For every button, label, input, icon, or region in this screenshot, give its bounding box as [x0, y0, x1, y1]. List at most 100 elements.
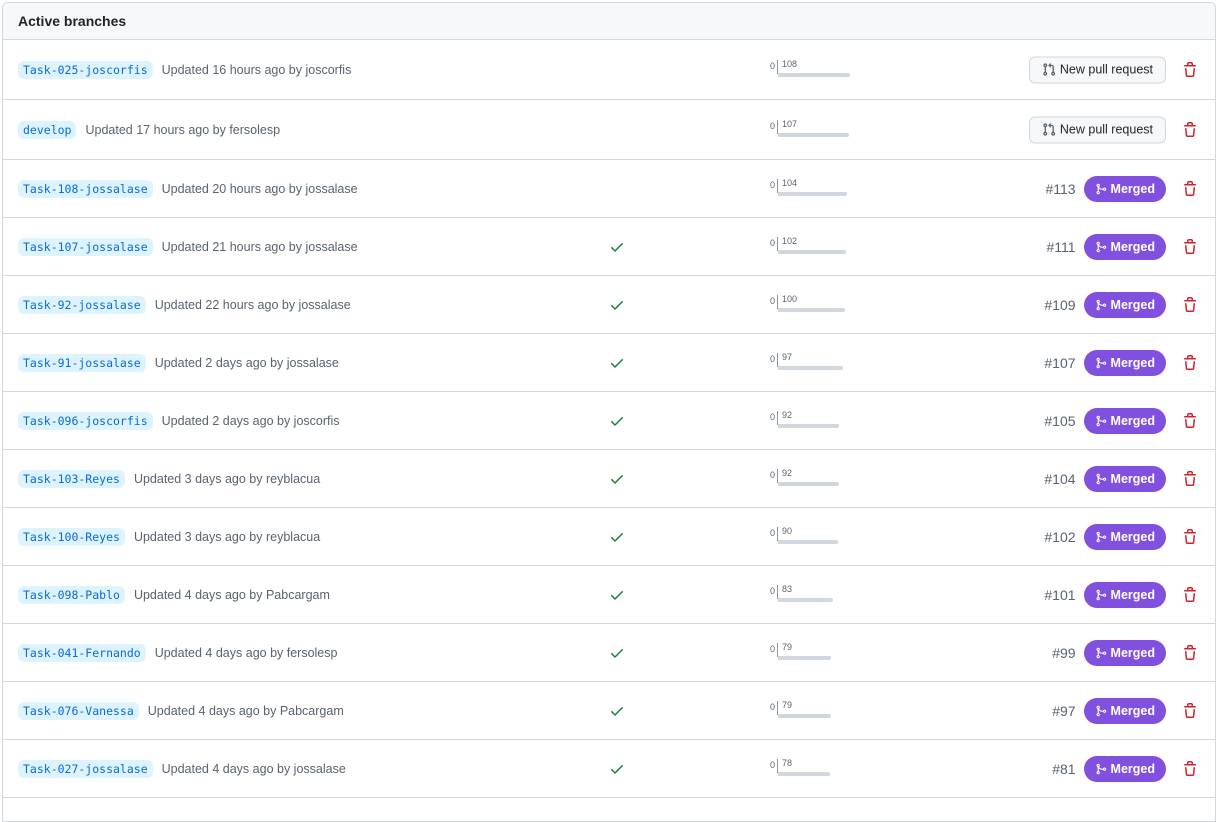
- branch-name-link[interactable]: Task-92-jossalase: [18, 295, 146, 314]
- merged-badge[interactable]: Merged: [1083, 233, 1166, 260]
- ahead-bar: [778, 771, 830, 776]
- branch-row: Task-103-Reyes Updated 3 days ago by reyb…: [3, 450, 1215, 508]
- panel-title: Active branches: [18, 13, 127, 29]
- trash-icon[interactable]: [1182, 702, 1198, 719]
- check-icon[interactable]: [609, 645, 625, 661]
- merged-badge[interactable]: Merged: [1083, 755, 1166, 782]
- merged-badge[interactable]: Merged: [1083, 465, 1166, 492]
- behind-count: 0: [770, 60, 776, 71]
- behind-count: 0: [770, 179, 776, 190]
- trash-icon[interactable]: [1182, 644, 1198, 661]
- branch-name-link[interactable]: Task-103-Reyes: [18, 469, 125, 488]
- branch-name-link[interactable]: Task-108-jossalase: [18, 179, 153, 198]
- pr-number-link[interactable]: #107: [1044, 355, 1075, 371]
- behind-count: 0: [770, 759, 776, 770]
- check-icon[interactable]: [609, 297, 625, 313]
- trash-icon[interactable]: [1182, 61, 1198, 78]
- branch-name-link[interactable]: Task-107-jossalase: [18, 237, 153, 256]
- ahead-behind-indicator: 0 92: [768, 467, 849, 491]
- pr-number-link[interactable]: #81: [1052, 761, 1075, 777]
- pr-number-link[interactable]: #109: [1044, 297, 1075, 313]
- updated-text: Updated 16 hours ago by joscorfis: [161, 62, 352, 77]
- branch-name-link[interactable]: Task-096-joscorfis: [18, 411, 153, 430]
- merged-badge[interactable]: Merged: [1083, 175, 1166, 202]
- trash-icon[interactable]: [1182, 180, 1198, 197]
- behind-count: 0: [770, 295, 776, 306]
- branch-name-link[interactable]: Task-027-jossalase: [18, 759, 153, 778]
- trash-icon[interactable]: [1182, 238, 1198, 255]
- pr-number-link[interactable]: #101: [1044, 587, 1075, 603]
- pr-number-link[interactable]: #113: [1045, 181, 1075, 197]
- merged-label: Merged: [1110, 239, 1155, 254]
- branch-name-link[interactable]: Task-91-jossalase: [18, 353, 146, 372]
- updated-text: Updated 22 hours ago by jossalase: [154, 297, 351, 312]
- ahead-bar: [778, 655, 831, 660]
- check-icon[interactable]: [609, 239, 625, 255]
- merged-badge[interactable]: Merged: [1083, 523, 1166, 550]
- branch-name-link[interactable]: Task-100-Reyes: [18, 527, 125, 546]
- check-icon[interactable]: [609, 587, 625, 603]
- merged-badge[interactable]: Merged: [1083, 291, 1166, 318]
- check-icon[interactable]: [609, 529, 625, 545]
- trash-icon[interactable]: [1182, 760, 1198, 777]
- updated-text: Updated 4 days ago by fersolesp: [154, 645, 338, 660]
- trash-icon[interactable]: [1182, 121, 1198, 138]
- new-pull-request-button[interactable]: New pull request: [1028, 56, 1166, 83]
- pr-number-link[interactable]: #104: [1044, 471, 1075, 487]
- merged-badge[interactable]: Merged: [1083, 697, 1166, 724]
- pr-actions: #105 Merged: [1044, 407, 1166, 434]
- ahead-behind-indicator: 0 79: [768, 699, 841, 723]
- new-pull-request-button[interactable]: New pull request: [1028, 116, 1166, 143]
- pr-number-link[interactable]: #111: [1046, 239, 1075, 255]
- branch-info: Task-025-joscorfis Updated 16 hours ago b…: [18, 40, 351, 99]
- trash-icon[interactable]: [1182, 412, 1198, 429]
- merged-label: Merged: [1110, 471, 1155, 486]
- trash-icon[interactable]: [1182, 470, 1198, 487]
- merged-badge[interactable]: Merged: [1083, 407, 1166, 434]
- pr-number-link[interactable]: #99: [1052, 645, 1075, 661]
- branch-row: Task-107-jossalase Updated 21 hours ago b…: [3, 218, 1215, 276]
- ahead-behind-indicator: 0 102: [768, 235, 856, 259]
- updated-text: Updated 4 days ago by Pabcargam: [133, 587, 330, 602]
- check-icon[interactable]: [609, 355, 625, 371]
- check-icon[interactable]: [609, 413, 625, 429]
- ahead-behind-divider: [777, 410, 778, 425]
- ahead-behind-indicator: 0 100: [768, 293, 855, 317]
- pr-actions: #101 Merged: [1044, 581, 1166, 608]
- ahead-behind-divider: [777, 700, 778, 715]
- ahead-bar: [778, 597, 833, 602]
- branch-name-link[interactable]: Task-025-joscorfis: [18, 60, 153, 79]
- trash-icon[interactable]: [1182, 586, 1198, 603]
- ahead-bar: [778, 307, 845, 312]
- branch-name-link[interactable]: Task-041-Fernando: [18, 643, 146, 662]
- ahead-behind-indicator: 0 107: [768, 118, 859, 142]
- pr-actions: #81 Merged: [1052, 755, 1166, 782]
- updated-text: Updated 2 days ago by jossalase: [154, 355, 339, 370]
- branch-row: Task-108-jossalase Updated 20 hours ago b…: [3, 160, 1215, 218]
- merged-badge[interactable]: Merged: [1083, 581, 1166, 608]
- check-icon[interactable]: [609, 761, 625, 777]
- ahead-bar: [778, 191, 847, 196]
- check-icon[interactable]: [609, 471, 625, 487]
- check-icon[interactable]: [609, 703, 625, 719]
- ahead-count: 90: [782, 525, 793, 536]
- pr-number-link[interactable]: #97: [1052, 703, 1075, 719]
- trash-icon[interactable]: [1182, 528, 1198, 545]
- trash-icon[interactable]: [1182, 296, 1198, 313]
- ahead-behind-divider: [777, 758, 778, 773]
- trash-icon[interactable]: [1182, 354, 1198, 371]
- ahead-behind-divider: [777, 59, 778, 74]
- pr-number-link[interactable]: #105: [1044, 413, 1075, 429]
- branch-name-link[interactable]: develop: [18, 120, 77, 139]
- branch-row: Task-076-Vanessa Updated 4 days ago by Pa…: [3, 682, 1215, 740]
- merged-badge[interactable]: Merged: [1083, 639, 1166, 666]
- ahead-behind-divider: [777, 526, 778, 541]
- behind-count: 0: [770, 411, 776, 422]
- git-merge-icon: [1095, 647, 1111, 659]
- merged-badge[interactable]: Merged: [1083, 349, 1166, 376]
- branch-name-link[interactable]: Task-098-Pablo: [18, 585, 125, 604]
- pr-number-link[interactable]: #102: [1044, 529, 1075, 545]
- updated-text: Updated 3 days ago by reyblacua: [133, 529, 321, 544]
- updated-text: Updated 4 days ago by Pabcargam: [147, 703, 344, 718]
- branch-name-link[interactable]: Task-076-Vanessa: [18, 701, 139, 720]
